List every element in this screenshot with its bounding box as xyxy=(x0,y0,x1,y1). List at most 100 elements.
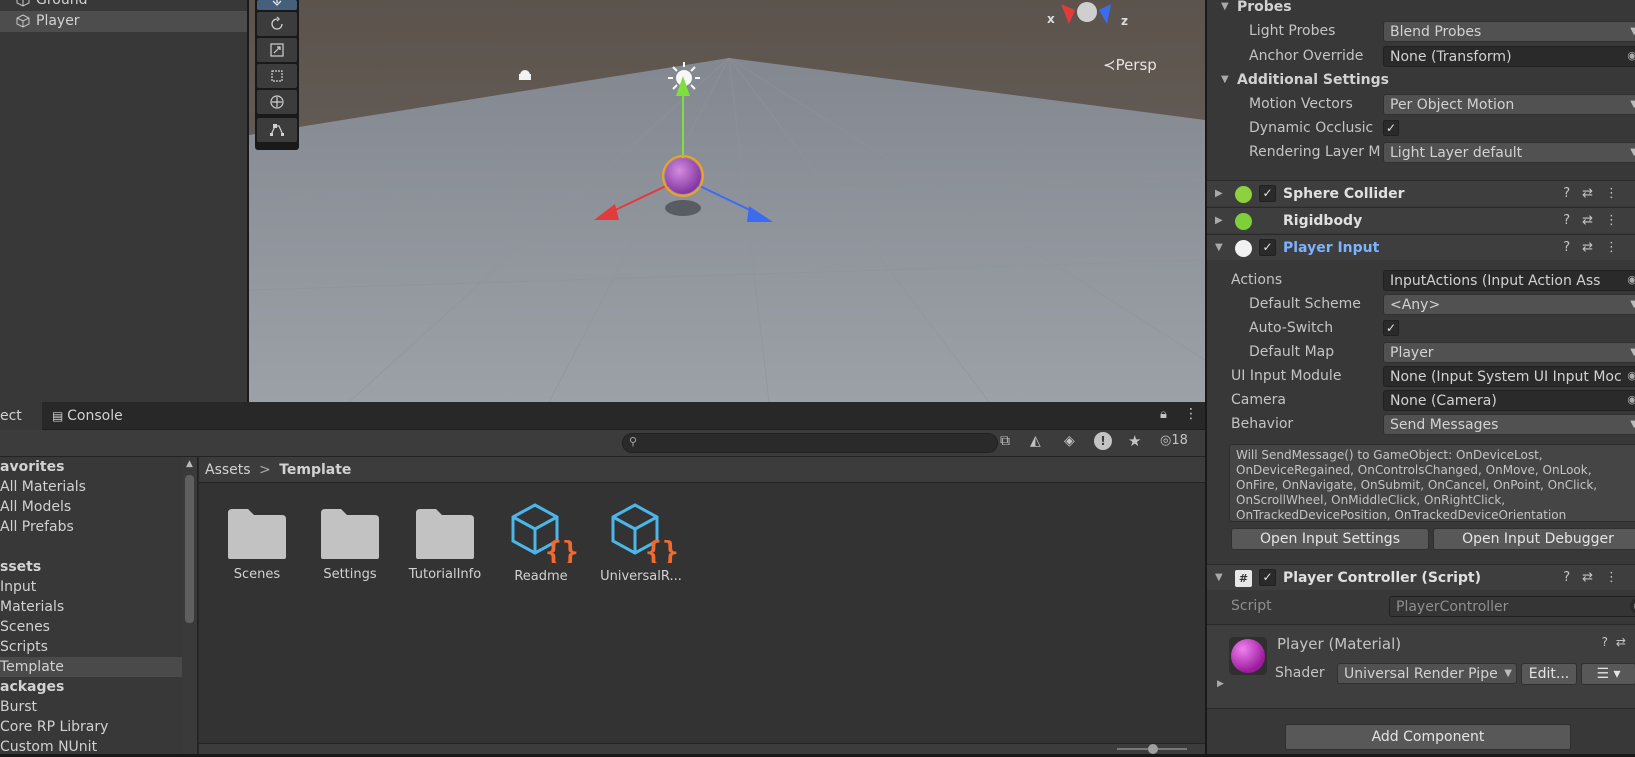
scene-canvas[interactable] xyxy=(249,0,1205,402)
object-picker-icon[interactable]: ◉ xyxy=(1624,392,1635,408)
material-header-icons[interactable]: ?⇄ xyxy=(1602,635,1634,649)
dropdown-arrow-icon: ▼ xyxy=(1630,415,1635,434)
hierarchy-item-ground[interactable]: Ground xyxy=(0,0,247,11)
open-input-debugger-button[interactable]: Open Input Debugger xyxy=(1433,528,1635,550)
filter-type-icon[interactable]: ◭ xyxy=(1030,433,1041,449)
anchor-override-field[interactable]: None (Transform) ◉ xyxy=(1383,46,1635,67)
favorite-star-icon[interactable]: ★ xyxy=(1128,432,1141,450)
player-controller-enabled-checkbox[interactable]: ✓ xyxy=(1259,569,1276,586)
tree-item[interactable]: All Prefabs xyxy=(0,517,182,537)
tree-assets[interactable]: ssets xyxy=(0,557,182,577)
material-section: Player (Material) Shader Universal Rende… xyxy=(1207,624,1635,708)
fold-down-icon: ▼ xyxy=(1221,1,1229,12)
behavior-dropdown[interactable]: Send Messages ▼ xyxy=(1383,414,1635,435)
fold-down-icon: ▼ xyxy=(1221,74,1229,85)
probes-section-header[interactable]: ▼ Probes xyxy=(1207,0,1635,19)
component-header-icons[interactable]: ?⇄⋮ xyxy=(1563,208,1630,234)
tree-item[interactable]: Input xyxy=(0,577,182,597)
ui-input-module-field[interactable]: None (Input System UI Input Moc◉ xyxy=(1383,366,1635,387)
rigidbody-header[interactable]: ▶ Rigidbody ?⇄⋮ xyxy=(1207,207,1635,233)
shader-dropdown[interactable]: Universal Render Pipe ▼ xyxy=(1337,663,1517,684)
field-label: Actions xyxy=(1231,272,1283,288)
player-input-icon xyxy=(1235,240,1252,257)
component-title: Rigidbody xyxy=(1283,213,1363,229)
dropdown-value: Send Messages xyxy=(1390,417,1499,433)
sphere-collider-header[interactable]: ▶ ✓ Sphere Collider ?⇄⋮ xyxy=(1207,180,1635,206)
project-toolbar: ⚲ ⧉ ◭ ◈ ! ★ ◎18 xyxy=(0,430,1205,457)
light-probes-dropdown[interactable]: Blend Probes ▼ xyxy=(1383,21,1635,42)
search-scope-icon[interactable]: ⧉ xyxy=(1000,433,1010,449)
component-header-icons[interactable]: ?⇄⋮ xyxy=(1563,181,1630,207)
filter-label-icon[interactable]: ◈ xyxy=(1064,433,1075,449)
dropdown-arrow-icon: ▼ xyxy=(1630,143,1635,162)
hierarchy-item-player[interactable]: Player xyxy=(0,11,247,32)
tree-item[interactable]: Burst xyxy=(0,697,182,717)
rotate-tool-button[interactable] xyxy=(257,12,297,36)
asset-readme[interactable]: {} Readme xyxy=(496,501,586,584)
dynamic-occlusion-checkbox[interactable]: ✓ xyxy=(1383,120,1399,136)
asset-scenes-folder[interactable]: Scenes xyxy=(212,507,302,582)
default-map-dropdown[interactable]: Player ▼ xyxy=(1383,342,1635,363)
shader-options-button[interactable]: ☰ ▾ xyxy=(1581,663,1635,685)
project-search-input[interactable]: ⚲ xyxy=(622,433,998,453)
zoom-slider-thumb[interactable] xyxy=(1148,744,1158,754)
actions-field[interactable]: InputActions (Input Action Ass ◉ xyxy=(1383,270,1635,291)
transform-tool-button[interactable] xyxy=(257,90,297,114)
tree-item-selected[interactable]: Template xyxy=(0,657,182,677)
move-tool-button[interactable] xyxy=(257,0,297,10)
asset-settings-folder[interactable]: Settings xyxy=(305,507,395,582)
breadcrumb-template[interactable]: Template xyxy=(279,462,351,478)
tree-item[interactable]: All Materials xyxy=(0,477,182,497)
tree-item[interactable]: Core RP Library xyxy=(0,717,182,737)
projection-toggle[interactable]: ≺Persp xyxy=(1103,56,1157,74)
tree-packages[interactable]: ackages xyxy=(0,677,182,697)
actions-row: Actions InputActions (Input Action Ass ◉ xyxy=(1207,268,1635,292)
scroll-up-icon[interactable]: ▲ xyxy=(186,459,193,469)
script-field: PlayerController ◉ xyxy=(1389,596,1635,617)
player-input-header[interactable]: ▼ ✓ Player Input ?⇄⋮ xyxy=(1207,234,1635,260)
lock-icon[interactable]: 🔒︎ xyxy=(1160,407,1167,422)
open-input-settings-button[interactable]: Open Input Settings xyxy=(1231,528,1429,550)
scrollbar-thumb[interactable] xyxy=(185,475,194,623)
default-scheme-dropdown[interactable]: <Any> ▼ xyxy=(1383,294,1635,315)
player-input-enabled-checkbox[interactable]: ✓ xyxy=(1259,239,1276,256)
auto-switch-checkbox[interactable]: ✓ xyxy=(1383,320,1399,336)
scale-tool-button[interactable] xyxy=(257,38,297,62)
camera-field[interactable]: None (Camera) ◉ xyxy=(1383,390,1635,411)
scene-view[interactable]: x z ≺Persp xyxy=(249,0,1205,402)
fold-right-icon[interactable]: ▶ xyxy=(1217,679,1224,689)
panel-menu-icon[interactable]: ⋮ xyxy=(1184,406,1198,422)
tree-favorites[interactable]: avorites xyxy=(0,457,182,477)
section-title: Probes xyxy=(1237,0,1292,15)
tab-console[interactable]: ▤ Console xyxy=(52,402,142,430)
rect-tool-button[interactable] xyxy=(257,64,297,88)
tab-project[interactable]: ect xyxy=(0,402,42,430)
object-field-value: None (Transform) xyxy=(1390,49,1512,65)
warning-filter-icon[interactable]: ! xyxy=(1094,432,1112,450)
tree-item[interactable]: Custom NUnit xyxy=(0,737,182,757)
custom-tool-button[interactable] xyxy=(257,118,297,142)
sphere-collider-enabled-checkbox[interactable]: ✓ xyxy=(1259,185,1276,202)
tree-item[interactable]: Materials xyxy=(0,597,182,617)
asset-tutorialinfo-folder[interactable]: TutorialInfo xyxy=(400,507,490,582)
tree-item[interactable]: Scripts xyxy=(0,637,182,657)
component-header-icons[interactable]: ?⇄⋮ xyxy=(1563,235,1630,261)
rendering-layer-dropdown[interactable]: Light Layer default ▼ xyxy=(1383,142,1635,163)
tree-item[interactable]: All Models xyxy=(0,497,182,517)
shader-edit-button[interactable]: Edit... xyxy=(1521,663,1577,685)
breadcrumb-assets[interactable]: Assets xyxy=(205,462,251,478)
dynamic-occlusion-row: Dynamic Occlusic ✓ xyxy=(1207,116,1635,140)
tree-item[interactable]: Scenes xyxy=(0,617,182,637)
motion-vectors-dropdown[interactable]: Per Object Motion ▼ xyxy=(1383,94,1635,115)
object-picker-icon[interactable]: ◉ xyxy=(1624,368,1635,384)
asset-universalrp[interactable]: {} UniversalR... xyxy=(591,501,691,584)
hidden-packages-toggle[interactable]: ◎18 xyxy=(1160,433,1188,448)
object-picker-icon[interactable]: ◉ xyxy=(1624,48,1635,64)
component-header-icons[interactable]: ?⇄⋮ xyxy=(1563,565,1630,591)
tree-scrollbar[interactable]: ▲ xyxy=(182,457,198,754)
player-controller-header[interactable]: ▼ # ✓ Player Controller (Script) ?⇄⋮ xyxy=(1207,564,1635,590)
player-sphere[interactable] xyxy=(665,158,701,194)
add-component-button[interactable]: Add Component xyxy=(1285,724,1571,750)
object-picker-icon[interactable]: ◉ xyxy=(1624,272,1635,288)
additional-settings-header[interactable]: ▼ Additional Settings xyxy=(1207,68,1635,92)
